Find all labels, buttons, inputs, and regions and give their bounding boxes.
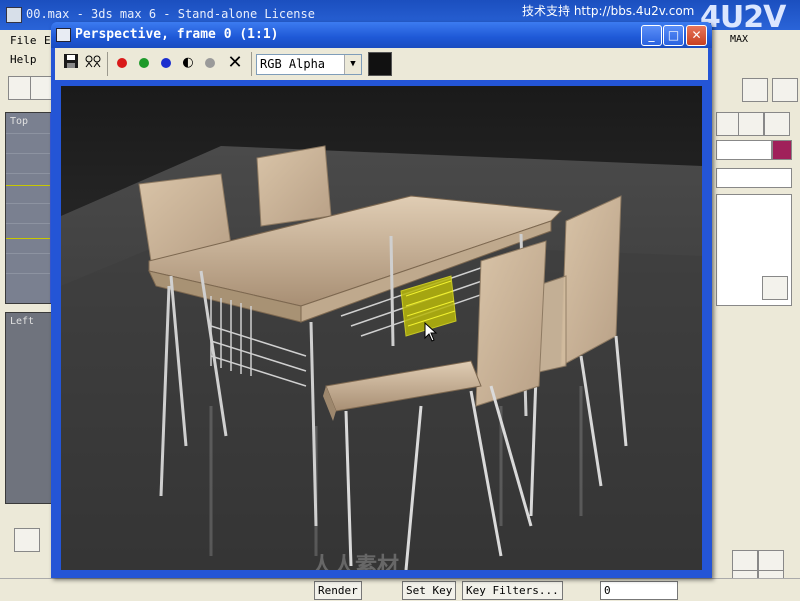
motion-icon[interactable] [772,78,798,102]
clear-image-icon[interactable]: ✕ [225,53,245,73]
close-button[interactable]: ✕ [686,25,707,46]
channel-dropdown[interactable]: RGB Alpha ▼ [256,54,362,75]
render-window-icon [56,28,71,42]
viewport-top-label: Top [10,116,29,127]
name-field[interactable] [716,140,772,160]
clone-icon[interactable] [83,53,103,73]
menu-help[interactable]: Help [10,53,37,66]
app-icon [6,7,22,23]
red-channel-icon[interactable] [112,53,132,73]
monochrome-icon[interactable]: ◐ [178,53,198,73]
rendered-image[interactable]: 人人素材 [61,86,702,570]
set-key-button[interactable]: Set Key [402,581,457,600]
main-window-title: 00.max - 3ds max 6 - Stand-alone License [26,7,315,21]
maximize-button[interactable]: □ [663,25,684,46]
menu-edit[interactable]: E [44,34,51,47]
pin-stack-icon[interactable] [762,276,788,300]
viewport-top[interactable]: Top [5,112,57,304]
render-toolbar: ◐ ✕ RGB Alpha ▼ [55,48,708,80]
pixel-color-swatch[interactable] [368,52,392,76]
render-window-title: Perspective, frame 0 (1:1) [75,27,279,42]
command-panel: MAX [712,34,800,600]
status-bar: Render Set Key Key Filters... 0 [0,578,800,601]
frame-field[interactable]: 0 [600,581,678,600]
minimize-button[interactable]: _ [641,25,662,46]
support-text: 技术支持 http://bbs.4u2v.com [522,4,695,18]
mouse-cursor-icon [424,322,438,342]
blue-channel-icon[interactable] [156,53,176,73]
zoom-extents-icon[interactable] [14,528,40,552]
channel-value: RGB Alpha [260,57,326,71]
menu-file[interactable]: File [10,34,37,47]
right-panel-label: MAX [730,34,749,45]
modifier-list-dropdown[interactable] [716,168,792,188]
viewport-left[interactable]: Left [5,312,57,504]
watermark: 人人素材 [311,554,400,570]
hierarchy-icon[interactable] [742,78,768,102]
viewport-left-label: Left [10,316,35,327]
rendered-scene [61,86,702,570]
chevron-down-icon: ▼ [344,55,361,74]
render-button[interactable]: Render [314,581,362,600]
render-frame-window: Perspective, frame 0 (1:1) _ □ ✕ ◐ ✕ RGB… [51,22,712,578]
green-channel-icon[interactable] [134,53,154,73]
hammer-icon[interactable] [764,112,790,136]
key-filters-button[interactable]: Key Filters... [462,581,563,600]
render-window-titlebar[interactable]: Perspective, frame 0 (1:1) _ □ ✕ [51,22,712,48]
object-color-swatch[interactable] [772,140,792,160]
utilities-icon[interactable] [738,112,764,136]
clear-icon[interactable] [200,53,220,73]
save-icon[interactable] [61,53,81,73]
